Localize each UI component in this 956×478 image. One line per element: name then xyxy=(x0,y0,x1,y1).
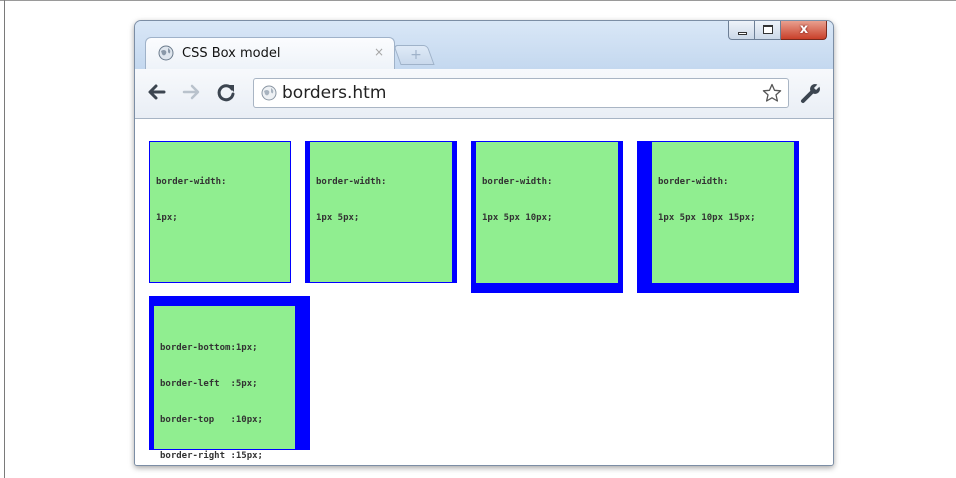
plus-icon: + xyxy=(410,47,422,63)
page-left-rule xyxy=(4,0,5,478)
box-text-line: 1px 5px 10px 15px; xyxy=(658,213,756,223)
url-text: borders.htm xyxy=(282,83,387,103)
browser-window: CSS Box model × + x borders.htm border-w… xyxy=(134,20,834,466)
box-text-line: border-right :15px; xyxy=(160,451,263,461)
close-button[interactable]: x xyxy=(781,21,827,40)
box-text-line: 1px 5px 10px; xyxy=(482,213,553,223)
globe-icon xyxy=(261,85,277,101)
box-text-line: border-width: xyxy=(658,177,729,187)
box-text-line: border-bottom:1px; xyxy=(160,343,258,353)
address-bar[interactable]: borders.htm xyxy=(253,78,789,108)
window-controls: x xyxy=(728,21,827,41)
maximize-button[interactable] xyxy=(755,21,781,40)
forward-arrow-icon[interactable] xyxy=(181,81,203,103)
box-text-line: border-width: xyxy=(316,177,387,187)
page-content: border-width: 1px; border-width: 1px 5px… xyxy=(135,119,833,465)
box-text-line: border-width: xyxy=(482,177,553,187)
box-individual-borders: border-bottom:1px; border-left :5px; bor… xyxy=(149,296,310,461)
title-bar[interactable]: CSS Box model × + x xyxy=(135,21,833,69)
tab-css-box-model[interactable]: CSS Box model × xyxy=(145,37,395,69)
globe-icon xyxy=(158,45,174,61)
minimize-button[interactable] xyxy=(728,21,755,40)
box-border-width-1px-5px-10px: border-width: 1px 5px 10px; xyxy=(471,141,623,293)
close-icon: x xyxy=(799,22,809,37)
box-text-line: border-left :5px; xyxy=(160,379,258,389)
wrench-icon[interactable] xyxy=(799,81,823,105)
maximize-icon xyxy=(763,25,773,34)
box-text-line: 1px; xyxy=(156,213,178,223)
star-icon[interactable] xyxy=(762,83,782,103)
box-border-width-1px: border-width: 1px; xyxy=(149,141,291,283)
page-top-rule xyxy=(0,0,956,1)
minimize-icon xyxy=(738,32,747,35)
reload-icon[interactable] xyxy=(215,81,237,103)
box-text-line: 1px 5px; xyxy=(316,213,360,223)
tab-close-icon[interactable]: × xyxy=(374,45,384,59)
box-text-line: border-top :10px; xyxy=(160,415,263,425)
box-border-width-1px-5px-10px-15px: border-width: 1px 5px 10px 15px; xyxy=(637,141,799,293)
box-border-width-1px-5px: border-width: 1px 5px; xyxy=(305,141,457,283)
back-arrow-icon[interactable] xyxy=(145,81,167,103)
tab-title: CSS Box model xyxy=(182,46,281,61)
box-text-line: border-width: xyxy=(156,177,227,187)
toolbar: borders.htm xyxy=(135,69,833,119)
